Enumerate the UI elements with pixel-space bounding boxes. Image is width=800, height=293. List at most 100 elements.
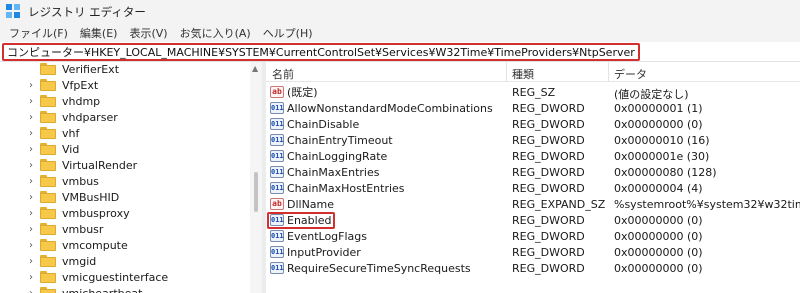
tree-item[interactable]: › vmcompute [0,237,128,253]
value-row[interactable]: ab (既定) REG_SZ (値の設定なし) [266,84,800,101]
chevron-right-icon[interactable]: › [26,144,36,155]
dword-value-icon: 011 [270,214,284,226]
value-type: REG_DWORD [512,230,585,243]
value-name: InputProvider [287,245,361,259]
column-header-type[interactable]: 種類 [512,66,534,82]
scroll-up-arrow-icon[interactable]: ▲ [252,64,258,73]
chevron-right-icon[interactable]: › [26,272,36,283]
value-data: 0x00000000 (0) [614,118,703,131]
value-name: ChainEntryTimeout [287,133,393,147]
chevron-right-icon[interactable]: › [26,208,36,219]
value-data: 0x00000000 (0) [614,246,703,259]
value-data: 0x00000001 (1) [614,102,703,115]
value-name: Enabled [287,213,332,227]
tree-item-label: vhdmp [62,94,101,108]
value-name-cell: ab (既定) [270,84,318,100]
value-data: 0x00000000 (0) [614,230,703,243]
value-data: 0x00000080 (128) [614,166,717,179]
tree-item[interactable]: › vmbus [0,173,99,189]
menu-favorites[interactable]: お気に入り(A) [175,25,256,41]
column-header-data[interactable]: データ [614,66,647,82]
value-name-wrap: 011 ChainLoggingRate [270,150,387,163]
tree-item-label: vhf [62,126,80,140]
value-name-wrap: 011 ChainMaxHostEntries [270,182,405,195]
chevron-right-icon[interactable]: › [26,176,36,187]
value-name-cell: 011 ChainLoggingRate [270,148,387,164]
value-row[interactable]: 011 ChainMaxHostEntries REG_DWORD 0x0000000… [266,180,800,196]
chevron-right-icon[interactable]: › [26,288,36,293]
value-row[interactable]: ab DllName REG_EXPAND_SZ %systemroot%¥syste… [266,196,800,212]
value-type: REG_DWORD [512,150,585,163]
value-row[interactable]: 011 EventLogFlags REG_DWORD 0x00000000 (0) [266,228,800,244]
dword-value-icon: 011 [270,102,284,114]
value-name: RequireSecureTimeSyncRequests [287,261,471,275]
value-name-wrap: 011 ChainMaxEntries [270,166,379,179]
chevron-right-icon[interactable]: › [26,80,36,91]
tree-item[interactable]: › vhf [0,125,79,141]
tree-item[interactable]: › vmicheartbeat [0,285,142,293]
value-row[interactable]: 011 AllowNonstandardModeCombinations REG_D… [266,100,800,116]
tree-item-label: VfpExt [62,78,99,92]
tree-item-label: vhdparser [62,110,118,124]
title-bar: レジストリ エディター [0,0,800,24]
address-bar: コンピューター¥HKEY_LOCAL_MACHINE¥SYSTEM¥Curren… [0,42,800,62]
tree-item[interactable]: › Vid [0,141,79,157]
value-name: ChainMaxEntries [287,165,380,179]
tree-item[interactable]: › vmgid [0,253,96,269]
tree-item[interactable]: › vmbusproxy [0,205,130,221]
value-name-cell: 011 ChainMaxEntries [270,164,379,180]
tree-scrollbar[interactable]: ▲ [250,62,262,293]
highlight-box: 011 Enabled [267,211,336,229]
value-row[interactable]: 011 ChainEntryTimeout REG_DWORD 0x00000010 … [266,132,800,148]
chevron-right-icon[interactable]: › [26,96,36,107]
value-data: 0x00000000 (0) [614,214,703,227]
chevron-right-icon[interactable]: › [26,160,36,171]
menu-view[interactable]: 表示(V) [124,25,172,41]
dword-value-icon: 011 [270,246,284,258]
tree-item[interactable]: › VfpExt [0,77,98,93]
scroll-thumb[interactable] [254,172,258,212]
value-type: REG_EXPAND_SZ [512,198,606,211]
value-row[interactable]: 011 ChainDisable REG_DWORD 0x00000000 (0) [266,116,800,132]
dword-value-icon: 011 [270,182,284,194]
list-header: 名前 種類 データ [266,62,800,82]
dword-value-icon: 011 [270,150,284,162]
value-name-wrap: 011 ChainDisable [270,118,359,131]
tree-item-label: vmbus [62,174,99,188]
chevron-right-icon[interactable]: › [26,192,36,203]
chevron-right-icon[interactable]: › [26,224,36,235]
value-row[interactable]: 011 RequireSecureTimeSyncRequests REG_DWOR… [266,260,800,276]
tree-item[interactable]: › vhdparser [0,109,118,125]
value-row[interactable]: 011 InputProvider REG_DWORD 0x00000000 (0) [266,244,800,260]
value-data: 0x00000000 (0) [614,262,703,275]
value-list: 名前 種類 データ ab (既定) REG_SZ (値の設定なし) 011 AllowNo… [266,62,800,293]
value-row[interactable]: 011 Enabled REG_DWORD 0x00000000 (0) [266,211,800,229]
chevron-right-icon[interactable]: › [26,128,36,139]
tree-item[interactable]: › vmicguestinterface [0,269,168,285]
menu-file[interactable]: ファイル(F) [4,25,73,41]
folder-icon [40,175,56,187]
dword-value-icon: 011 [270,230,284,242]
value-row[interactable]: 011 ChainLoggingRate REG_DWORD 0x0000001e (… [266,148,800,164]
tree-item[interactable]: › VMBusHID [0,189,119,205]
tree-item[interactable]: VerifierExt [0,62,119,77]
column-header-name[interactable]: 名前 [272,66,294,82]
tree-item[interactable]: › vmbusr [0,221,103,237]
tree-item[interactable]: › vhdmp [0,93,100,109]
value-row[interactable]: 011 ChainMaxEntries REG_DWORD 0x00000080 (1… [266,164,800,180]
value-data: 0x00000004 (4) [614,182,703,195]
value-name-cell: 011 ChainDisable [270,116,359,132]
menu-edit[interactable]: 編集(E) [75,25,123,41]
chevron-right-icon[interactable]: › [26,256,36,267]
value-type: REG_SZ [512,86,556,99]
folder-icon [40,255,56,267]
address-path-input[interactable]: コンピューター¥HKEY_LOCAL_MACHINE¥SYSTEM¥Curren… [2,43,640,61]
tree-item-label: VerifierExt [62,62,120,76]
folder-icon [40,111,56,123]
tree-item-label: vmcompute [62,238,128,252]
value-name: AllowNonstandardModeCombinations [287,101,493,115]
tree-item[interactable]: › VirtualRender [0,157,137,173]
chevron-right-icon[interactable]: › [26,240,36,251]
chevron-right-icon[interactable]: › [26,112,36,123]
menu-help[interactable]: ヘルプ(H) [258,25,318,41]
